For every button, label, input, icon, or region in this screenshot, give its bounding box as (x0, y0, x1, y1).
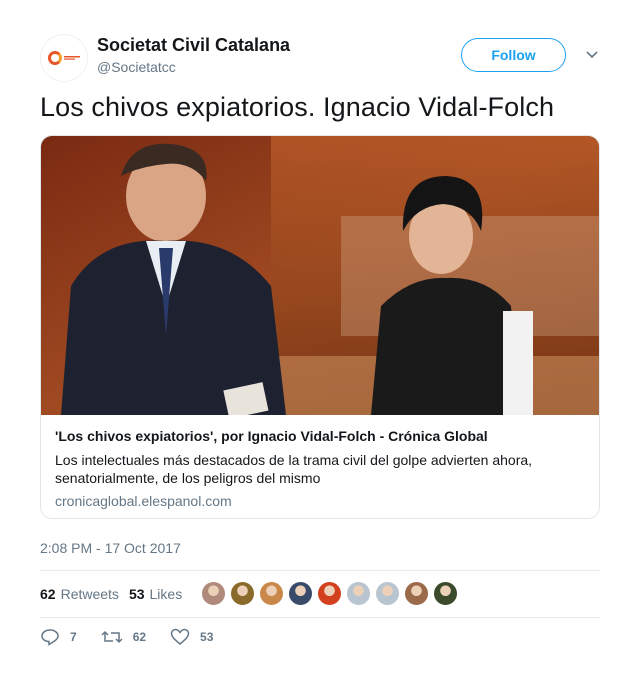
divider (40, 570, 600, 571)
divider (40, 617, 600, 618)
card-domain[interactable]: cronicaglobal.elespanol.com (55, 493, 585, 509)
chevron-down-icon[interactable] (584, 46, 600, 62)
account-handle[interactable]: @Societatcc (97, 59, 176, 75)
retweets-stat[interactable]: 62 Retweets (40, 586, 119, 602)
liker-avatar-icon[interactable] (201, 581, 226, 606)
reply-count: 7 (70, 630, 77, 644)
likes-stat[interactable]: 53 Likes (129, 586, 182, 602)
liker-avatars (201, 581, 462, 606)
account-avatar[interactable] (40, 34, 88, 82)
like-count: 53 (200, 630, 214, 644)
card-body[interactable]: 'Los chivos expiatorios', por Ignacio Vi… (55, 428, 585, 509)
card-description: Los intelectuales más destacados de la t… (55, 452, 533, 486)
retweets-label: Retweets (60, 586, 119, 602)
retweets-count: 62 (40, 586, 56, 602)
heart-icon (170, 628, 190, 645)
retweet-button[interactable]: 62 (101, 628, 146, 646)
reply-button[interactable]: 7 (40, 628, 77, 646)
logo-wordmark-icon (64, 55, 80, 60)
liker-avatar-icon[interactable] (375, 581, 400, 606)
link-card[interactable]: 'Los chivos expiatorios', por Ignacio Vi… (40, 135, 600, 519)
societat-civil-catalana-logo-icon (48, 51, 62, 65)
tweet-stats: 62 Retweets 53 Likes (40, 580, 192, 608)
tweet-text: Los chivos expiatorios. Ignacio Vidal-Fo… (40, 92, 555, 122)
liker-avatar-icon[interactable] (288, 581, 313, 606)
tweet-timestamp[interactable]: 2:08 PM - 17 Oct 2017 (40, 540, 181, 556)
account-name[interactable]: Societat Civil Catalana (97, 35, 290, 56)
liker-avatar-icon[interactable] (433, 581, 458, 606)
like-button[interactable]: 53 (170, 628, 213, 646)
liker-avatar-icon[interactable] (404, 581, 429, 606)
retweet-icon (101, 630, 123, 644)
liker-avatar-icon[interactable] (259, 581, 284, 606)
tweet-actions: 7 62 53 (40, 628, 237, 646)
logo-wordmark (64, 55, 80, 62)
tweet-header: Societat Civil Catalana @Societatcc Foll… (40, 32, 600, 82)
liker-avatar-icon[interactable] (230, 581, 255, 606)
likes-label: Likes (149, 586, 183, 602)
retweet-count: 62 (132, 630, 147, 644)
follow-button[interactable]: Follow (461, 38, 566, 72)
liker-avatar-icon[interactable] (317, 581, 342, 606)
reply-icon (41, 629, 59, 646)
liker-avatar-icon[interactable] (346, 581, 371, 606)
card-title[interactable]: 'Los chivos expiatorios', por Ignacio Vi… (55, 428, 585, 444)
likes-count: 53 (128, 586, 145, 602)
photo-two-politicians-parliament-icon (41, 136, 599, 415)
card-image[interactable] (41, 136, 599, 415)
